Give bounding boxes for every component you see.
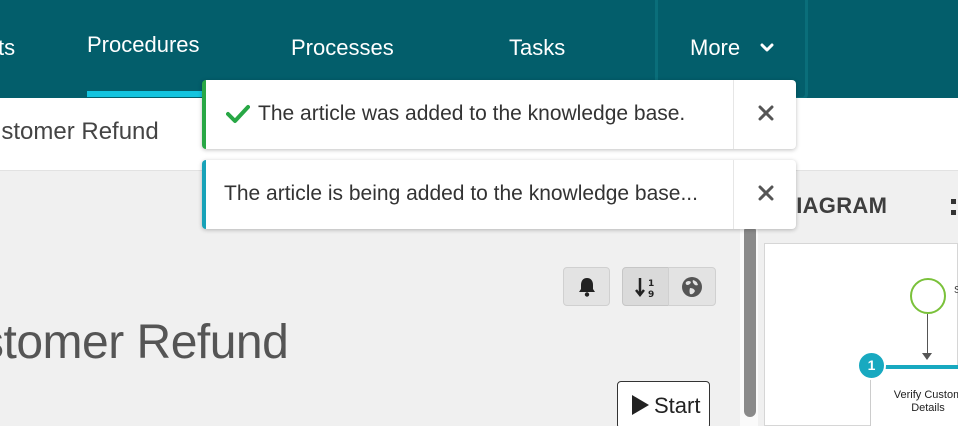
globe-icon bbox=[682, 276, 702, 297]
check-icon bbox=[226, 105, 250, 123]
diagram-step-label: Verify Custom Details bbox=[893, 389, 958, 414]
sort-numeric-icon: 1 9 bbox=[634, 277, 654, 299]
diagram-start-node-label: S bbox=[954, 285, 958, 296]
success-toast: The article was added to the knowledge b… bbox=[202, 80, 796, 149]
bell-icon bbox=[578, 277, 595, 297]
diagram-start-node[interactable] bbox=[910, 278, 946, 314]
success-toast-message: The article was added to the knowledge b… bbox=[258, 102, 686, 125]
toast-divider bbox=[733, 80, 734, 149]
page-title: stomer Refund bbox=[0, 316, 289, 369]
svg-text:1: 1 bbox=[648, 279, 654, 289]
toast-divider bbox=[733, 160, 734, 229]
more-vertical-icon[interactable] bbox=[948, 195, 958, 219]
info-toast-message: The article is being added to the knowle… bbox=[224, 182, 698, 205]
tab-diagram[interactable]: DIAGRAM bbox=[780, 193, 887, 219]
notification-button[interactable] bbox=[563, 267, 610, 306]
diagram-connector bbox=[927, 314, 928, 354]
diagram-arrowhead bbox=[922, 353, 932, 360]
info-toast: The article is being added to the knowle… bbox=[202, 160, 796, 229]
play-icon bbox=[632, 395, 649, 415]
close-icon[interactable] bbox=[756, 183, 776, 203]
procedure-subtitle: ustomer Refund bbox=[0, 118, 159, 145]
start-button-label: Start bbox=[654, 393, 701, 418]
nav-item-partial[interactable]: ts bbox=[0, 0, 15, 98]
active-tab-indicator bbox=[87, 91, 205, 97]
chevron-down-icon[interactable] bbox=[759, 40, 775, 56]
sort-numeric-button[interactable]: 1 9 bbox=[622, 267, 669, 306]
scrollbar-thumb[interactable] bbox=[744, 225, 756, 417]
nav-item-procedures[interactable]: Procedures bbox=[87, 0, 200, 98]
start-button[interactable]: Start bbox=[617, 381, 710, 426]
close-icon[interactable] bbox=[756, 103, 776, 123]
svg-text:9: 9 bbox=[648, 290, 654, 299]
language-button[interactable] bbox=[668, 267, 716, 306]
diagram-step-badge: 1 bbox=[857, 351, 886, 380]
